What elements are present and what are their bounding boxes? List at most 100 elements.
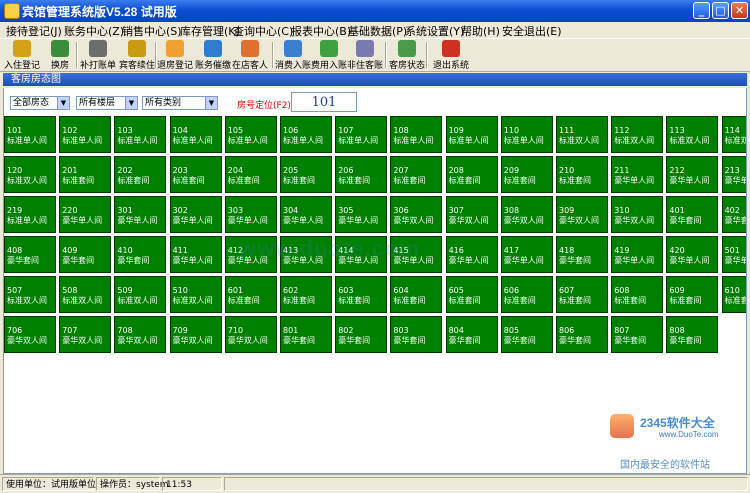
room-tile[interactable]: 105 标准单人间 xyxy=(224,116,277,153)
room-tile[interactable]: 610标准套间 xyxy=(721,276,746,313)
menu-inventory[interactable]: 库存管理(K) xyxy=(180,23,240,39)
menu-query[interactable]: 查询中心(C) xyxy=(233,23,293,39)
room-tile[interactable]: 409 豪华套间 xyxy=(59,236,112,273)
room-tile[interactable]: 220 豪华单人间 xyxy=(59,196,112,233)
room-tile[interactable]: 106 标准单人间 xyxy=(280,116,332,153)
room-tile[interactable]: 401 豪华套间 xyxy=(666,196,719,233)
room-tile[interactable]: 807 豪华套间 xyxy=(611,316,664,353)
menu-exit[interactable]: 安全退出(E) xyxy=(502,23,562,39)
room-tile[interactable]: 416 豪华单人间 xyxy=(445,236,498,273)
minimize-button[interactable]: _ xyxy=(693,2,710,19)
floor-filter-select[interactable]: 所有楼层 ▼ xyxy=(76,96,138,110)
room-tile[interactable]: 301 豪华单人间 xyxy=(114,196,167,233)
room-tile[interactable]: 507 标准双人间 xyxy=(4,276,56,313)
room-tile[interactable]: 306 豪华双人间 xyxy=(390,196,443,233)
room-tile[interactable]: 206 标准套间 xyxy=(335,156,388,193)
room-tile[interactable]: 303 豪华单人间 xyxy=(224,196,277,233)
room-tile[interactable]: 706 豪华双人间 xyxy=(4,316,56,353)
room-tile[interactable]: 207 标准套间 xyxy=(390,156,443,193)
room-tile[interactable]: 310 豪华双人间 xyxy=(611,196,664,233)
room-tile[interactable]: 203 标准套间 xyxy=(169,156,222,193)
room-tile[interactable]: 211 豪华单人间 xyxy=(611,156,664,193)
room-tile[interactable]: 510 标准双人间 xyxy=(169,276,222,313)
room-tile[interactable]: 411 豪华单人间 xyxy=(169,236,222,273)
room-tile[interactable]: 201 标准套间 xyxy=(59,156,112,193)
room-tile[interactable]: 309 豪华双人间 xyxy=(556,196,608,233)
menu-base-data[interactable]: 基础数据(P) xyxy=(348,23,407,39)
close-button[interactable]: ✕ xyxy=(731,2,748,19)
menu-checkin[interactable]: 接待登记(J) xyxy=(6,23,62,39)
room-tile[interactable]: 509 标准双人间 xyxy=(114,276,167,313)
maximize-button[interactable]: □ xyxy=(712,2,729,19)
room-tile[interactable]: 302 豪华单人间 xyxy=(169,196,222,233)
room-tile[interactable]: 110 标准单人间 xyxy=(500,116,553,153)
room-tile[interactable]: 417 豪华单人间 xyxy=(500,236,553,273)
room-tile[interactable]: 709 豪华双人间 xyxy=(169,316,222,353)
room-tile[interactable]: 208 标准套间 xyxy=(445,156,498,193)
exit-system-button[interactable]: 退出系统 xyxy=(430,39,470,71)
room-tile[interactable]: 120 标准双人间 xyxy=(4,156,56,193)
room-tile[interactable]: 205 标准套间 xyxy=(280,156,332,193)
room-tile[interactable]: 202 标准套间 xyxy=(114,156,167,193)
menu-help[interactable]: 帮助(H) xyxy=(461,23,500,39)
room-tile[interactable]: 305 豪华单人间 xyxy=(335,196,388,233)
room-tile[interactable]: 304 豪华单人间 xyxy=(280,196,332,233)
room-tile[interactable]: 209 标准套间 xyxy=(500,156,553,193)
in-house-guests-button[interactable]: 在店客人 xyxy=(229,39,269,71)
menu-reports[interactable]: 报表中心(B) xyxy=(291,23,351,39)
room-tile[interactable]: 710 豪华双人间 xyxy=(224,316,277,353)
room-tile[interactable]: 408 豪华套间 xyxy=(4,236,56,273)
room-tile[interactable]: 111 标准双人间 xyxy=(556,116,608,153)
room-tile[interactable]: 806 豪华套间 xyxy=(556,316,608,353)
room-tile[interactable]: 108 标准单人间 xyxy=(390,116,443,153)
room-tile[interactable]: 808 豪华套间 xyxy=(666,316,719,353)
room-tile[interactable]: 602 标准套间 xyxy=(280,276,332,313)
room-tile[interactable]: 210 标准套间 xyxy=(556,156,608,193)
room-tile[interactable]: 420 豪华单人间 xyxy=(666,236,719,273)
room-tile[interactable]: 308 豪华双人间 xyxy=(500,196,553,233)
room-tile[interactable]: 607 标准套间 xyxy=(556,276,608,313)
room-tile[interactable]: 104 标准单人间 xyxy=(169,116,222,153)
room-tile[interactable]: 112 标准双人间 xyxy=(611,116,664,153)
menu-accounts[interactable]: 账务中心(Z) xyxy=(64,23,124,39)
room-tile[interactable]: 102 标准单人间 xyxy=(59,116,112,153)
room-tile[interactable]: 801 豪华套间 xyxy=(280,316,332,353)
room-tile[interactable]: 804 豪华套间 xyxy=(445,316,498,353)
menu-sales[interactable]: 销售中心(S) xyxy=(122,23,182,39)
room-tile[interactable]: 419 豪华单人间 xyxy=(611,236,664,273)
room-tile[interactable]: 805 豪华套间 xyxy=(500,316,553,353)
room-tile[interactable]: 501豪华单人间 xyxy=(721,236,746,273)
room-status-button[interactable]: 客房状态 xyxy=(386,39,426,71)
room-tile[interactable]: 606 标准套间 xyxy=(500,276,553,313)
room-tile[interactable]: 107 标准单人间 xyxy=(335,116,388,153)
room-tile[interactable]: 212 豪华单人间 xyxy=(666,156,719,193)
room-tile[interactable]: 418 豪华套间 xyxy=(556,236,608,273)
room-tile[interactable]: 605 标准套间 xyxy=(445,276,498,313)
room-tile[interactable]: 604 标准套间 xyxy=(390,276,443,313)
room-tile[interactable]: 114标准双人间 xyxy=(721,116,746,153)
non-guest-account-button[interactable]: 非住客账 xyxy=(344,39,384,71)
status-filter-select[interactable]: 全部房态 ▼ xyxy=(10,96,70,110)
category-filter-select[interactable]: 所有类别 ▼ xyxy=(142,96,218,110)
room-tile[interactable]: 219 标准单人间 xyxy=(4,196,56,233)
room-tile[interactable]: 802 豪华套间 xyxy=(335,316,388,353)
room-tile[interactable]: 803 豪华套间 xyxy=(390,316,443,353)
room-tile[interactable]: 410 豪华套间 xyxy=(114,236,167,273)
room-tile[interactable]: 603 标准套间 xyxy=(335,276,388,313)
room-tile[interactable]: 609 标准套间 xyxy=(666,276,719,313)
room-tile[interactable]: 113 标准双人间 xyxy=(666,116,719,153)
room-tile[interactable]: 307 豪华双人间 xyxy=(445,196,498,233)
room-tile[interactable]: 402豪华套间 xyxy=(721,196,746,233)
room-tile[interactable]: 204 标准套间 xyxy=(224,156,277,193)
room-tile[interactable]: 508 标准双人间 xyxy=(59,276,112,313)
room-locate-input[interactable]: 101 xyxy=(291,92,357,112)
room-tile[interactable]: 103 标准单人间 xyxy=(114,116,167,153)
room-tile[interactable]: 109 标准单人间 xyxy=(445,116,498,153)
room-tile[interactable]: 601 标准套间 xyxy=(224,276,277,313)
room-tile[interactable]: 608 标准套间 xyxy=(611,276,664,313)
room-tile[interactable]: 101 标准单人间 xyxy=(4,116,56,153)
room-tile[interactable]: 213豪华单人间 xyxy=(721,156,746,193)
menu-settings[interactable]: 系统设置(Y) xyxy=(405,23,464,39)
room-tile[interactable]: 708 豪华双人间 xyxy=(114,316,167,353)
room-tile[interactable]: 707 豪华双人间 xyxy=(59,316,112,353)
